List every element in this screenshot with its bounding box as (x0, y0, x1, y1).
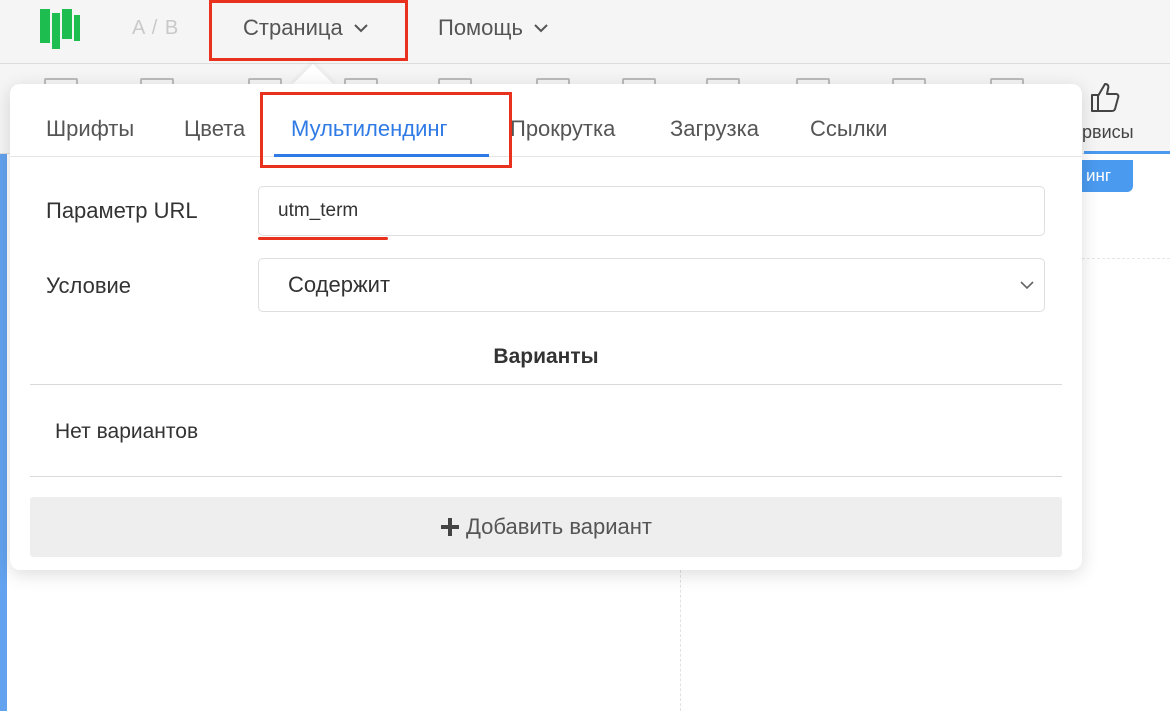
url-param-underline (258, 237, 388, 240)
chevron-down-icon (354, 24, 368, 33)
chevron-down-icon (534, 24, 548, 33)
active-tab-indicator (274, 154, 489, 157)
multilanding-chip[interactable]: инг (1076, 160, 1133, 192)
add-variant-button[interactable]: Добавить вариант (30, 497, 1062, 557)
canvas-accent-line (1084, 151, 1170, 154)
tab-links[interactable]: Ссылки (810, 116, 887, 142)
ab-test-label[interactable]: A / B (132, 17, 179, 40)
divider (30, 384, 1062, 385)
tab-multilanding[interactable]: Мультилендинг (291, 116, 448, 142)
canvas-guide-line (1082, 258, 1170, 259)
variants-title: Варианты (493, 345, 599, 368)
url-param-input[interactable] (258, 186, 1045, 236)
tab-colors[interactable]: Цвета (184, 116, 245, 142)
condition-select[interactable]: Содержит (258, 258, 1045, 312)
canvas-guide-line (680, 570, 681, 711)
divider (30, 476, 1062, 477)
help-menu-label: Помощь (438, 15, 523, 40)
logo-icon[interactable] (38, 9, 82, 49)
condition-value: Содержит (288, 272, 391, 297)
chevron-down-icon (1020, 281, 1034, 290)
settings-tabs: Шрифты Цвета Мультилендинг Прокрутка Заг… (10, 84, 1082, 157)
url-param-label: Параметр URL (46, 198, 198, 223)
tab-fonts[interactable]: Шрифты (46, 116, 134, 142)
help-menu[interactable]: Помощь (438, 15, 549, 41)
page-settings-popup: Шрифты Цвета Мультилендинг Прокрутка Заг… (10, 84, 1082, 570)
canvas-left-strip (0, 154, 7, 711)
tab-scroll[interactable]: Прокрутка (510, 116, 615, 142)
top-bar: A / B Страница Помощь (0, 0, 1170, 64)
tab-loading[interactable]: Загрузка (670, 116, 759, 142)
condition-label: Условие (46, 273, 132, 298)
plus-icon (440, 518, 459, 536)
no-variants-text: Нет вариантов (55, 420, 199, 443)
page-menu-label: Страница (243, 15, 343, 40)
add-variant-label: Добавить вариант (465, 514, 652, 539)
thumbs-up-icon (1091, 83, 1120, 112)
page-menu[interactable]: Страница (243, 15, 369, 41)
